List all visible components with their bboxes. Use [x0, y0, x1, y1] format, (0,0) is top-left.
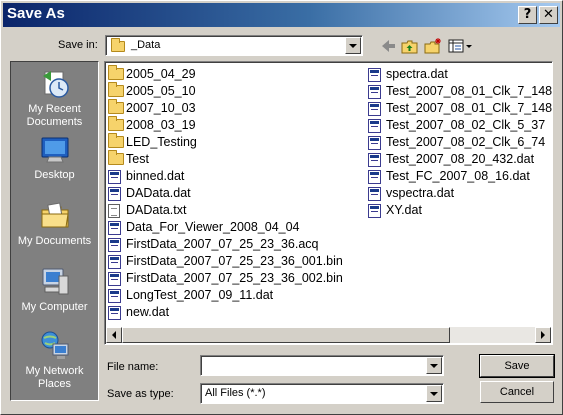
scroll-right-button[interactable]	[535, 327, 551, 343]
chevron-down-icon[interactable]	[426, 357, 442, 374]
back-button[interactable]	[378, 37, 398, 55]
place-label: My Documents	[17, 235, 92, 247]
views-menu-button[interactable]	[447, 37, 475, 55]
save-in-label: Save in:	[58, 39, 98, 51]
place-label: Desktop	[34, 169, 75, 181]
save-button[interactable]: Save	[479, 354, 555, 378]
folder-up-icon	[401, 40, 418, 54]
network-places-icon	[41, 331, 68, 359]
title-bar[interactable]: Save As ? ✕	[3, 3, 560, 27]
file-name-label: File name:	[107, 361, 159, 373]
save-as-dialog: Save As ? ✕ Save in: _Data My Recent Doc…	[0, 0, 563, 415]
up-one-level-button[interactable]	[400, 37, 420, 55]
back-arrow-icon	[382, 40, 395, 52]
window-title: Save As	[7, 5, 65, 22]
my-computer-icon	[42, 268, 68, 295]
dat-file-icon	[108, 306, 121, 325]
file-list[interactable]: 2005_04_29 2005_05_10 2007_10_03 2008_03…	[104, 61, 553, 345]
save-in-value: _Data	[131, 39, 161, 51]
new-folder-icon	[424, 38, 441, 54]
save-as-type-label: Save as type:	[107, 388, 174, 400]
save-as-type-dropdown[interactable]: All Files (*.*)	[200, 383, 444, 404]
dat-file-icon	[368, 204, 381, 223]
scroll-left-icon	[112, 331, 116, 339]
scroll-left-button[interactable]	[106, 327, 122, 343]
close-icon: ✕	[543, 7, 554, 22]
horizontal-scrollbar[interactable]	[106, 327, 551, 343]
new-folder-button[interactable]	[423, 37, 443, 55]
scroll-right-icon	[541, 331, 545, 339]
my-documents-icon	[41, 202, 69, 228]
views-icon	[448, 39, 472, 53]
save-as-type-value: All Files (*.*)	[205, 387, 266, 399]
place-label: My Recent Documents	[26, 103, 83, 128]
desktop-icon	[41, 137, 68, 163]
places-bar: My Recent Documents Desktop My Documents	[10, 61, 99, 401]
help-icon: ?	[523, 7, 532, 22]
chevron-down-icon[interactable]	[426, 385, 442, 402]
chevron-down-icon[interactable]	[345, 37, 361, 54]
place-my-documents[interactable]: My Documents	[11, 200, 98, 248]
folder-icon	[111, 38, 125, 55]
place-desktop[interactable]: Desktop	[11, 134, 98, 182]
help-button[interactable]: ?	[518, 6, 537, 24]
file-name-input[interactable]	[200, 355, 444, 376]
place-network-places[interactable]: My Network Places	[11, 330, 98, 391]
folder-icon	[108, 150, 124, 170]
save-in-dropdown[interactable]: _Data	[105, 35, 363, 56]
place-label: My Computer	[21, 301, 88, 313]
place-my-computer[interactable]: My Computer	[11, 266, 98, 314]
cancel-button[interactable]: Cancel	[480, 381, 554, 403]
place-label: My Network Places	[25, 365, 84, 390]
place-recent-documents[interactable]: My Recent Documents	[11, 68, 98, 129]
scrollbar-thumb[interactable]	[122, 327, 450, 343]
recent-documents-icon	[42, 71, 69, 98]
close-button[interactable]: ✕	[539, 6, 558, 24]
